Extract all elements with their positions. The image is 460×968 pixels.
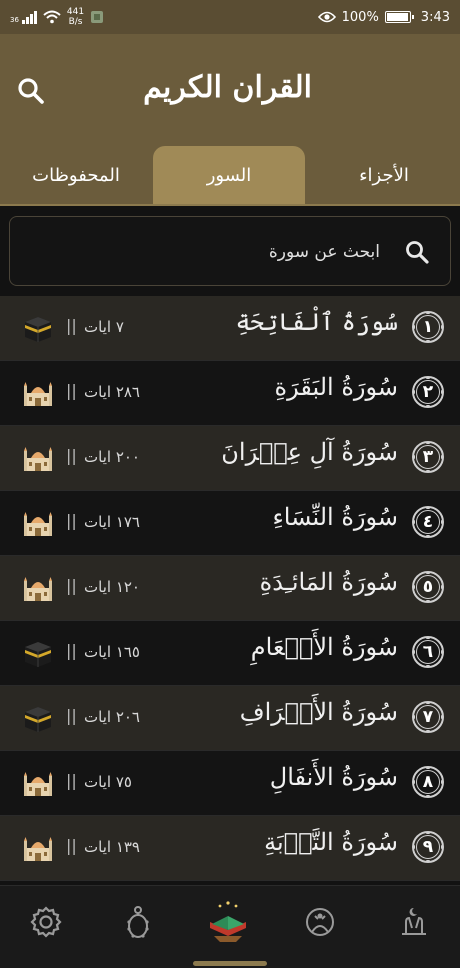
bottom-nav bbox=[0, 885, 460, 968]
prayer-time-icon[interactable] bbox=[300, 902, 340, 942]
surah-name: سُورَةُ النِّسَاءِ bbox=[272, 503, 398, 531]
net-speed-value: 441 bbox=[66, 7, 85, 17]
surah-number: ٤ bbox=[422, 512, 434, 532]
signal-label: 36 bbox=[10, 16, 19, 24]
battery-fill bbox=[386, 13, 408, 21]
settings-icon[interactable] bbox=[26, 902, 66, 942]
surah-number: ٣ bbox=[422, 447, 434, 467]
status-bar: 36 441 B/s 100% 3:43 bbox=[0, 0, 460, 34]
surah-number: ٨ bbox=[422, 772, 434, 792]
status-right: 100% 3:43 bbox=[317, 9, 450, 25]
dua-hands-icon[interactable] bbox=[394, 902, 434, 942]
surah-number: ٩ bbox=[422, 837, 434, 857]
kaaba-icon bbox=[25, 317, 51, 342]
tab-surahs-label: السور bbox=[206, 164, 252, 186]
mosque-icon bbox=[24, 382, 52, 406]
surah-row[interactable]: ٥ سُورَةُ المَائـِدَةِ ١٢٠ ايات || bbox=[0, 556, 460, 621]
tab-saved-label: المحفوظات bbox=[32, 164, 120, 186]
surah-number: ٧ bbox=[422, 707, 434, 727]
mosque-icon bbox=[24, 772, 52, 796]
surah-number: ١ bbox=[422, 317, 434, 337]
tab-surahs[interactable]: السور bbox=[153, 146, 305, 204]
net-speed-unit: B/s bbox=[68, 17, 83, 27]
separator: || bbox=[66, 836, 77, 855]
surah-number: ٦ bbox=[422, 642, 434, 662]
search-box[interactable] bbox=[9, 216, 451, 287]
separator: || bbox=[66, 706, 77, 725]
surah-name: سُورَةُ ٱلْفَاتِحَةِ bbox=[235, 308, 398, 336]
separator: || bbox=[66, 381, 77, 400]
mosque-icon bbox=[24, 447, 52, 471]
surah-name: سُورَةُ الأَعۡرَافِ bbox=[239, 698, 398, 726]
separator: || bbox=[66, 446, 77, 465]
mosque-icon bbox=[24, 512, 52, 536]
tab-bar: الأجزاء السور المحفوظات bbox=[0, 144, 460, 206]
surah-row[interactable]: ١ سُورَةُ ٱلْفَاتِحَةِ ٧ ايات || bbox=[0, 296, 460, 361]
surah-number: ٢ bbox=[422, 382, 434, 402]
surah-row[interactable]: ٦ سُورَةُ الأَنۡعَامِ ١٦٥ ايات || bbox=[0, 621, 460, 686]
separator: || bbox=[66, 771, 77, 790]
surah-row[interactable]: ٨ سُورَةُ الأَنفَالِ ٧٥ ايات || bbox=[0, 751, 460, 816]
surah-row[interactable]: ٢ سُورَةُ البَقَرَةِ ٢٨٦ ايات || bbox=[0, 361, 460, 426]
clock: 3:43 bbox=[420, 9, 450, 25]
ayah-count: ١٦٥ ايات bbox=[84, 643, 140, 661]
surah-list: ١ سُورَةُ ٱلْفَاتِحَةِ ٧ ايات || ٢ سُورَةُ ال… bbox=[0, 296, 460, 881]
eye-icon bbox=[317, 11, 336, 23]
app-notification-icon bbox=[91, 11, 104, 23]
mosque-icon bbox=[24, 837, 52, 861]
battery-icon bbox=[384, 11, 414, 23]
ayah-count: ٧ ايات bbox=[84, 318, 124, 336]
surah-name: سُورَةُ البَقَرَةِ bbox=[274, 373, 398, 401]
ayah-count: ١٢٠ ايات bbox=[84, 578, 140, 596]
signal-icon: 36 bbox=[10, 10, 37, 24]
ayah-count: ٢٠٠ ايات bbox=[84, 448, 140, 466]
surah-row[interactable]: ٤ سُورَةُ النِّسَاءِ ١٧٦ ايات || bbox=[0, 491, 460, 556]
status-left: 36 441 B/s bbox=[10, 7, 104, 27]
net-speed: 441 B/s bbox=[67, 7, 84, 27]
wifi-icon bbox=[43, 10, 61, 24]
surah-name: سُورَةُ الأَنۡعَامِ bbox=[250, 633, 398, 661]
tab-juz-label: الأجزاء bbox=[359, 164, 409, 186]
surah-name: سُورَةُ الأَنفَالِ bbox=[269, 763, 398, 791]
ayah-count: ٢٠٦ ايات bbox=[84, 708, 140, 726]
battery-percent: 100% bbox=[341, 9, 379, 25]
quran-icon[interactable] bbox=[204, 898, 252, 946]
page-title: القران الكريم bbox=[143, 70, 312, 105]
kaaba-icon bbox=[25, 707, 51, 732]
prayer-beads-icon[interactable] bbox=[118, 902, 158, 942]
separator: || bbox=[66, 641, 77, 660]
kaaba-icon bbox=[25, 642, 51, 667]
surah-row[interactable]: ٩ سُورَةُ التَّوۡبَةِ ١٣٩ ايات || bbox=[0, 816, 460, 881]
nav-active-indicator bbox=[193, 961, 267, 966]
tab-juz[interactable]: الأجزاء bbox=[308, 146, 460, 204]
ayah-count: ٧٥ ايات bbox=[84, 773, 132, 791]
ayah-count: ١٣٩ ايات bbox=[84, 838, 140, 856]
ayah-count: ١٧٦ ايات bbox=[84, 513, 140, 531]
surah-name: سُورَةُ آلِ عِمۡرَانَ bbox=[221, 438, 398, 466]
separator: || bbox=[66, 511, 77, 530]
surah-row[interactable]: ٣ سُورَةُ آلِ عِمۡرَانَ ٢٠٠ ايات || bbox=[0, 426, 460, 491]
surah-name: سُورَةُ التَّوۡبَةِ bbox=[264, 828, 398, 856]
search-input[interactable] bbox=[20, 217, 380, 287]
search-icon bbox=[406, 241, 429, 264]
search-icon[interactable] bbox=[14, 74, 48, 108]
mosque-icon bbox=[24, 577, 52, 601]
separator: || bbox=[66, 316, 77, 335]
surah-number: ٥ bbox=[422, 577, 434, 597]
surah-name: سُورَةُ المَائـِدَةِ bbox=[259, 568, 398, 596]
surah-row[interactable]: ٧ سُورَةُ الأَعۡرَافِ ٢٠٦ ايات || bbox=[0, 686, 460, 751]
separator: || bbox=[66, 576, 77, 595]
ayah-count: ٢٨٦ ايات bbox=[84, 383, 140, 401]
app-header: القران الكريم bbox=[0, 34, 460, 144]
tab-saved[interactable]: المحفوظات bbox=[0, 146, 152, 204]
